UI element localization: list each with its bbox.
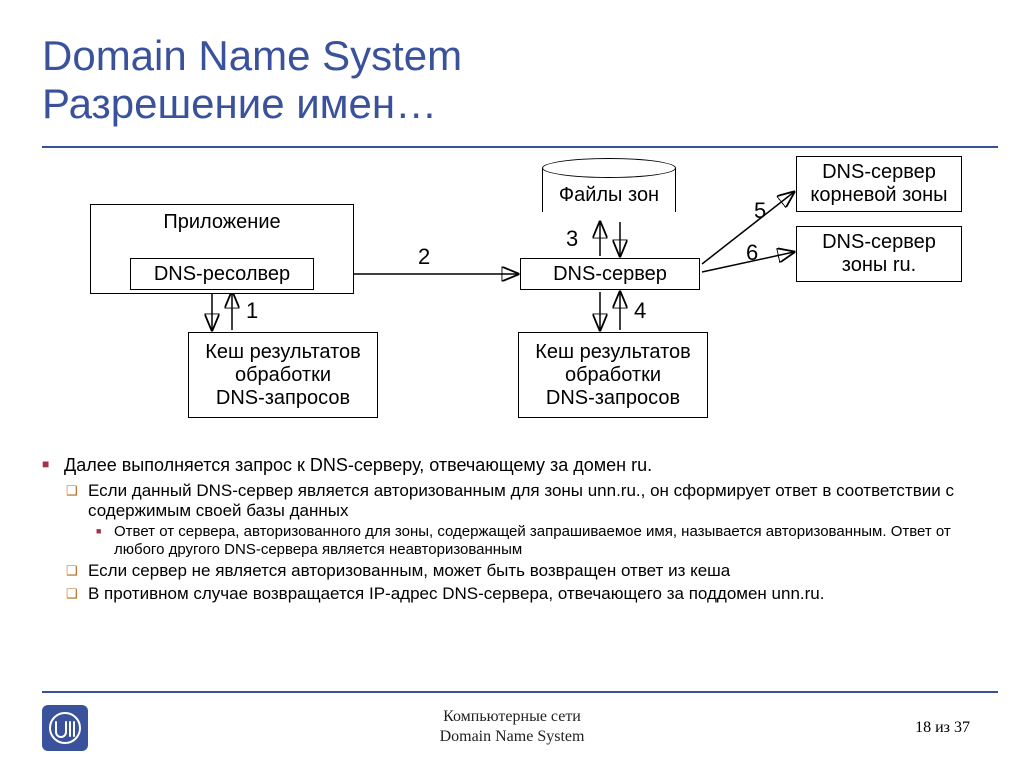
- diagram-area: Приложение DNS-ресолвер Кеш результатов …: [90, 148, 960, 448]
- page-indicator: 18 из 37: [915, 719, 970, 737]
- box-root-server: DNS-сервер корневой зоны: [796, 156, 962, 212]
- footer-line2: Domain Name System: [440, 728, 585, 745]
- bullet-lvl2: Если данный DNS-сервер является авторизо…: [42, 481, 998, 522]
- footer-line1: Компьютерные сети: [443, 708, 581, 725]
- page-current: 18: [915, 719, 931, 736]
- step-number-1: 1: [246, 298, 258, 324]
- box-ru-server: DNS-сервер зоны ru.: [796, 226, 962, 282]
- footer-center: Компьютерные сети Domain Name System: [0, 707, 1024, 747]
- box-cache-right: Кеш результатов обработки DNS-запросов: [518, 332, 708, 418]
- bullet-lvl1: Далее выполняется запрос к DNS-серверу, …: [42, 454, 998, 477]
- label-cache-right: Кеш результатов обработки DNS-запросов: [535, 341, 691, 410]
- label-cache-left: Кеш результатов обработки DNS-запросов: [205, 341, 361, 410]
- step-number-4: 4: [634, 298, 646, 324]
- box-dns-resolver: DNS-ресолвер: [130, 258, 314, 290]
- footer-rule: [42, 691, 998, 693]
- label-dns-server: DNS-сервер: [553, 263, 667, 286]
- step-number-5: 5: [754, 198, 766, 224]
- cylinder-zone-files: Файлы зон: [542, 158, 676, 220]
- bullet-lvl2: В противном случае возвращается IP-адрес…: [42, 584, 998, 604]
- slide-title: Domain Name System Разрешение имен…: [42, 32, 462, 129]
- box-dns-server: DNS-сервер: [520, 258, 700, 290]
- label-root-server: DNS-сервер корневой зоны: [810, 161, 947, 207]
- label-dns-resolver: DNS-ресолвер: [154, 263, 290, 286]
- step-number-2: 2: [418, 244, 430, 270]
- title-line1: Domain Name System: [42, 32, 462, 79]
- title-line2: Разрешение имен…: [42, 80, 437, 127]
- label-application: Приложение: [163, 211, 280, 234]
- label-zone-files: Файлы зон: [542, 184, 676, 207]
- bullet-list: Далее выполняется запрос к DNS-серверу, …: [42, 454, 998, 606]
- step-number-3: 3: [566, 226, 578, 252]
- step-number-6: 6: [746, 240, 758, 266]
- page-of-word: из: [935, 719, 950, 736]
- bullet-lvl2: Если сервер не является авторизованным, …: [42, 561, 998, 581]
- slide: Domain Name System Разрешение имен…: [0, 0, 1024, 767]
- cylinder-top: [542, 158, 676, 178]
- bullet-lvl3: Ответ от сервера, авторизованного для зо…: [42, 523, 998, 559]
- label-ru-server: DNS-сервер зоны ru.: [822, 231, 936, 277]
- box-cache-left: Кеш результатов обработки DNS-запросов: [188, 332, 378, 418]
- page-total: 37: [954, 719, 970, 736]
